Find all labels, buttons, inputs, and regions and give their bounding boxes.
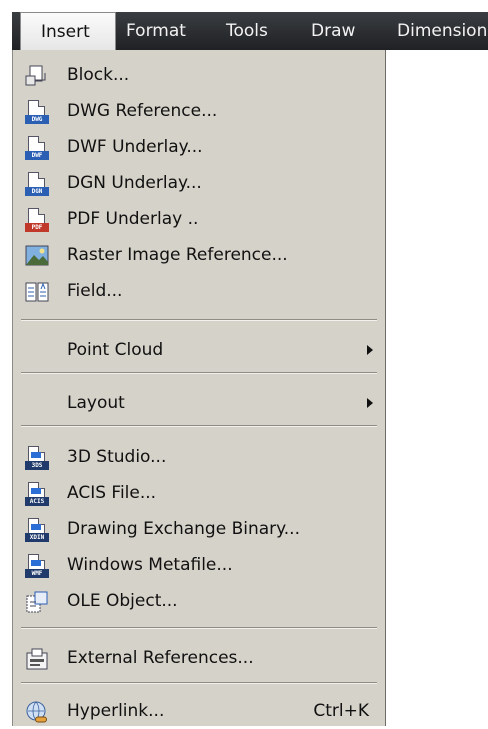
label-dwf-underlay: DWF Underlay... <box>67 137 203 157</box>
menu-item-pdf-underlay[interactable]: PDF PDF Underlay .. <box>13 201 385 237</box>
label-layout: Layout <box>67 393 125 413</box>
submenu-arrow-icon <box>367 398 373 408</box>
external-references-icon <box>25 647 49 671</box>
field-icon <box>25 280 49 304</box>
menu-draw[interactable]: Draw <box>311 12 355 50</box>
hyperlink-icon <box>25 700 49 724</box>
acis-file-icon: ACIS <box>25 482 49 506</box>
insert-dropdown-menu: Block... DWG DWG Reference... DWF DWF Un… <box>12 50 386 726</box>
menu-item-raster-image-reference[interactable]: Raster Image Reference... <box>13 237 385 273</box>
ole-object-icon <box>25 590 49 614</box>
menu-item-3d-studio[interactable]: 3DS 3D Studio... <box>13 439 385 475</box>
raster-image-icon <box>25 244 49 268</box>
drawing-exchange-binary-icon: XDIN <box>25 518 49 542</box>
label-block: Block... <box>67 65 130 85</box>
menu-insert[interactable]: Insert <box>20 12 116 50</box>
menu-tools[interactable]: Tools <box>226 12 268 50</box>
menu-item-dwg-reference[interactable]: DWG DWG Reference... <box>13 93 385 129</box>
windows-metafile-icon: WMF <box>25 554 49 578</box>
pdf-underlay-icon: PDF <box>25 208 49 232</box>
menu-separator <box>21 319 377 321</box>
menu-item-drawing-exchange-binary[interactable]: XDIN Drawing Exchange Binary... <box>13 511 385 547</box>
menu-item-hyperlink[interactable]: Hyperlink... Ctrl+K <box>13 693 385 729</box>
shortcut-hyperlink: Ctrl+K <box>313 701 369 721</box>
menu-separator <box>21 682 377 684</box>
dgn-underlay-icon: DGN <box>25 172 49 196</box>
menu-item-dgn-underlay[interactable]: DGN DGN Underlay... <box>13 165 385 201</box>
menu-format[interactable]: Format <box>126 12 186 50</box>
menu-item-acis-file[interactable]: ACIS ACIS File... <box>13 475 385 511</box>
menu-item-external-references[interactable]: External References... <box>13 640 385 676</box>
label-windows-metafile: Windows Metafile... <box>67 555 233 575</box>
label-drawing-exchange-binary: Drawing Exchange Binary... <box>67 519 300 539</box>
menu-bar: Insert Format Tools Draw Dimension <box>12 12 488 50</box>
dwg-reference-icon: DWG <box>25 100 49 124</box>
block-icon <box>25 64 49 88</box>
3d-studio-icon: 3DS <box>25 446 49 470</box>
menu-separator <box>21 627 377 629</box>
label-ole-object: OLE Object... <box>67 591 178 611</box>
label-hyperlink: Hyperlink... <box>67 701 165 721</box>
label-acis-file: ACIS File... <box>67 483 157 503</box>
menu-separator <box>21 425 377 427</box>
menu-item-field[interactable]: Field... <box>13 273 385 309</box>
label-field: Field... <box>67 281 123 301</box>
menu-item-ole-object[interactable]: OLE Object... <box>13 583 385 619</box>
label-dgn-underlay: DGN Underlay... <box>67 173 202 193</box>
menu-item-windows-metafile[interactable]: WMF Windows Metafile... <box>13 547 385 583</box>
label-raster-image-reference: Raster Image Reference... <box>67 245 288 265</box>
menu-separator <box>21 372 377 374</box>
label-point-cloud: Point Cloud <box>67 340 164 360</box>
label-pdf-underlay: PDF Underlay .. <box>67 209 199 229</box>
menu-dimension[interactable]: Dimension <box>397 12 487 50</box>
menu-item-block[interactable]: Block... <box>13 57 385 93</box>
submenu-arrow-icon <box>367 345 373 355</box>
label-3d-studio: 3D Studio... <box>67 447 167 467</box>
menu-item-layout[interactable]: Layout <box>13 385 385 421</box>
menu-item-dwf-underlay[interactable]: DWF DWF Underlay... <box>13 129 385 165</box>
label-external-references: External References... <box>67 648 254 668</box>
dwf-underlay-icon: DWF <box>25 136 49 160</box>
label-dwg-reference: DWG Reference... <box>67 101 218 121</box>
menu-item-point-cloud[interactable]: Point Cloud <box>13 332 385 368</box>
